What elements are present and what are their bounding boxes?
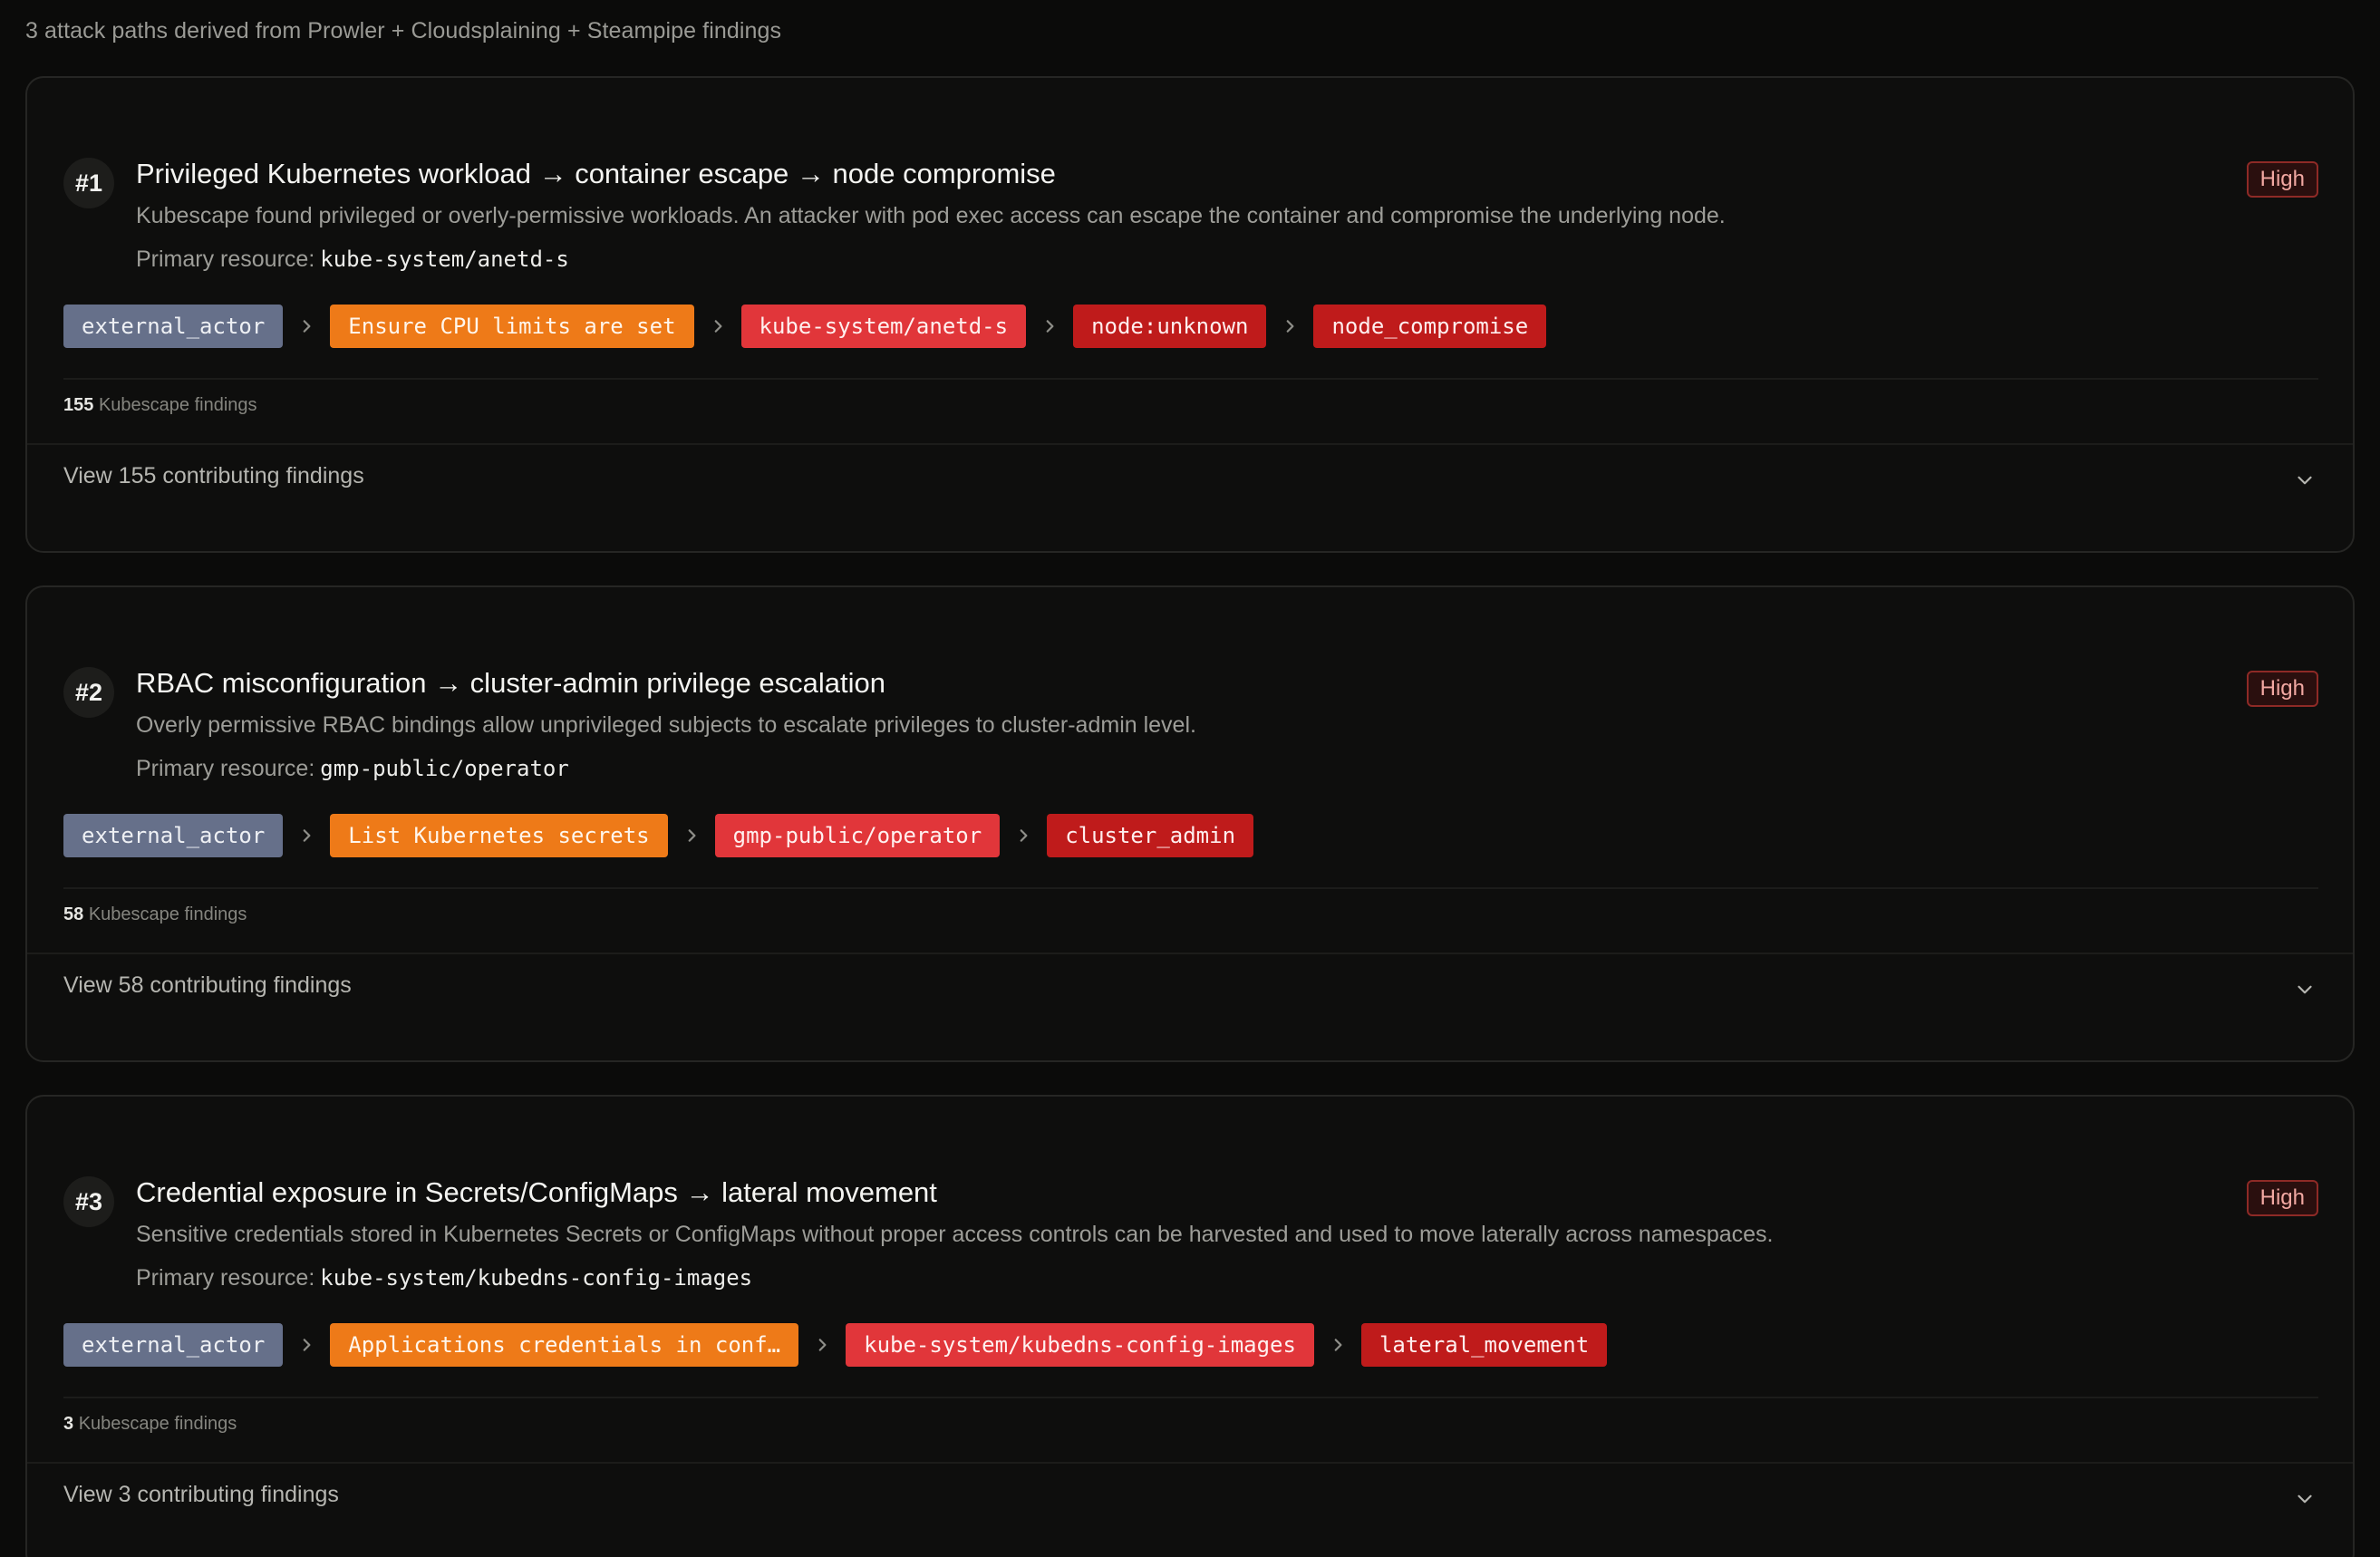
path-node-resource: kube-system/anetd-s <box>740 305 1027 348</box>
path-node-actor: external_actor <box>63 1323 284 1367</box>
path-rank: #1 <box>63 158 114 208</box>
findings-count: 3 Kubescape findings <box>63 1414 237 1435</box>
findings-source: Kubescape findings <box>98 395 257 415</box>
attack-chain: external_actor Applications credentials i… <box>63 1323 1608 1367</box>
path-node-technique: Applications credentials in conf… <box>330 1323 799 1367</box>
divider <box>63 1397 2318 1398</box>
path-title: Privileged Kubernetes workload → contain… <box>136 158 1056 189</box>
path-description: Overly permissive RBAC bindings allow un… <box>136 712 1196 738</box>
path-node-impact: node:unknown <box>1073 305 1267 348</box>
chevron-right-icon <box>283 318 330 334</box>
path-description: Kubescape found privileged or overly-per… <box>136 203 1726 228</box>
view-findings-toggle[interactable]: View 155 contributing findings <box>27 445 2353 517</box>
attack-chain: external_actor Ensure CPU limits are set k… <box>63 305 1547 348</box>
primary-resource-value: kube-system/anetd-s <box>320 247 569 272</box>
primary-resource: Primary resource: kube-system/kubedns-con… <box>136 1265 752 1291</box>
primary-resource: Primary resource: gmp-public/operator <box>136 756 569 782</box>
primary-resource-label: Primary resource: <box>136 1265 315 1291</box>
path-title: Credential exposure in Secrets/ConfigMap… <box>136 1176 937 1208</box>
view-findings-toggle[interactable]: View 58 contributing findings <box>27 954 2353 1027</box>
chevron-right-icon <box>668 827 715 844</box>
attack-path-card: #1 Privileged Kubernetes workload → cont… <box>25 76 2355 553</box>
chevron-right-icon <box>283 1337 330 1353</box>
chevron-right-icon <box>1000 827 1047 844</box>
path-node-impact: lateral_movement <box>1360 1323 1608 1367</box>
primary-resource-value: kube-system/kubedns-config-images <box>320 1265 753 1291</box>
path-node-actor: external_actor <box>63 305 284 348</box>
severity-badge: High <box>2246 671 2318 707</box>
attack-path-card: #3 Credential exposure in Secrets/Config… <box>25 1095 2355 1557</box>
chevron-down-icon <box>2293 469 2317 492</box>
path-title: RBAC misconfiguration → cluster-admin pr… <box>136 667 886 699</box>
findings-count: 58 Kubescape findings <box>63 904 247 925</box>
chevron-right-icon <box>798 1337 846 1353</box>
view-findings-label: View 155 contributing findings <box>63 463 364 488</box>
chevron-right-icon <box>1266 318 1313 334</box>
findings-count-number: 58 <box>63 904 84 924</box>
attack-path-card: #2 RBAC misconfiguration → cluster-admin… <box>25 585 2355 1062</box>
chevron-right-icon <box>1026 318 1073 334</box>
chevron-right-icon <box>694 318 741 334</box>
primary-resource-value: gmp-public/operator <box>320 756 569 781</box>
attack-paths-page: 3 attack paths derived from Prowler + Cl… <box>0 0 2380 1557</box>
findings-count: 155 Kubescape findings <box>63 395 257 416</box>
view-findings-label: View 58 contributing findings <box>63 972 352 998</box>
view-findings-label: View 3 contributing findings <box>63 1482 339 1507</box>
chevron-down-icon <box>2293 978 2317 1001</box>
primary-resource-label: Primary resource: <box>136 756 315 781</box>
path-node-technique: Ensure CPU limits are set <box>330 305 694 348</box>
severity-badge: High <box>2246 161 2318 198</box>
findings-source: Kubescape findings <box>88 904 247 924</box>
path-node-actor: external_actor <box>63 814 284 857</box>
path-description: Sensitive credentials stored in Kubernet… <box>136 1222 1774 1247</box>
chevron-down-icon <box>2293 1487 2317 1511</box>
path-node-impact: cluster_admin <box>1047 814 1254 857</box>
findings-count-number: 3 <box>63 1414 74 1434</box>
path-node-impact: node_compromise <box>1313 305 1547 348</box>
view-findings-toggle[interactable]: View 3 contributing findings <box>27 1464 2353 1536</box>
path-node-technique: List Kubernetes secrets <box>330 814 668 857</box>
chevron-right-icon <box>283 827 330 844</box>
path-node-resource: kube-system/kubedns-config-images <box>846 1323 1314 1367</box>
path-node-resource: gmp-public/operator <box>714 814 1001 857</box>
attack-chain: external_actor List Kubernetes secrets gmp… <box>63 814 1254 857</box>
severity-badge: High <box>2246 1180 2318 1216</box>
divider <box>63 887 2318 889</box>
path-rank: #3 <box>63 1176 114 1227</box>
primary-resource-label: Primary resource: <box>136 247 315 272</box>
chevron-right-icon <box>1314 1337 1361 1353</box>
primary-resource: Primary resource: kube-system/anetd-s <box>136 247 569 273</box>
divider <box>63 378 2318 380</box>
findings-count-number: 155 <box>63 395 94 415</box>
attack-paths-summary: 3 attack paths derived from Prowler + Cl… <box>25 18 782 44</box>
findings-source: Kubescape findings <box>78 1414 237 1434</box>
path-rank: #2 <box>63 667 114 718</box>
